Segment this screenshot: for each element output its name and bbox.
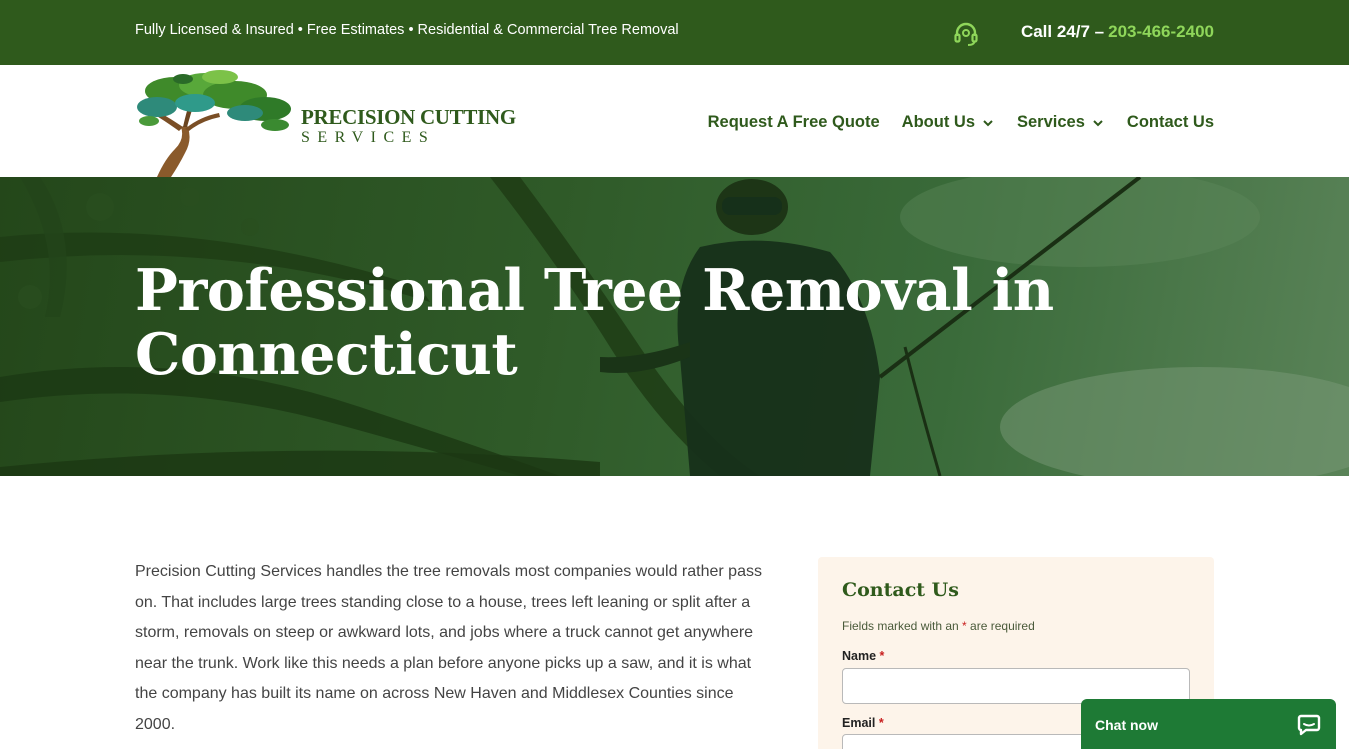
- top-info-bar: Fully Licensed & Insured • Free Estimate…: [0, 0, 1349, 65]
- logo-name: PRECISION CUTTING: [301, 105, 516, 129]
- chat-bubble-icon: [1297, 714, 1321, 736]
- required-star: *: [879, 649, 885, 663]
- site-logo[interactable]: PRECISION CUTTING SERVICES: [135, 69, 516, 177]
- nav-label: Request A Free Quote: [707, 113, 880, 131]
- call-phone-link[interactable]: Call 24/7 – 203-466-2400: [1021, 22, 1214, 42]
- required-note-text-end: are required: [966, 619, 1035, 633]
- call-label: Call 24/7 –: [1020, 22, 1105, 41]
- nav-label: Contact Us: [1126, 113, 1214, 131]
- name-field-label: Name *: [842, 649, 884, 663]
- required-fields-note: Fields marked with an * are required: [842, 619, 1035, 633]
- nav-label: About Us: [901, 113, 975, 131]
- nav-contact-us[interactable]: Contact Us: [1127, 113, 1214, 132]
- topbar-info-text: Fully Licensed & Insured • Free Estimate…: [135, 22, 679, 38]
- phone-number[interactable]: 203-466-2400: [1108, 22, 1214, 42]
- intro-paragraph: Precision Cutting Services handles the t…: [135, 563, 762, 733]
- email-field-label: Email *: [842, 716, 884, 730]
- required-star: *: [878, 716, 884, 730]
- logo-subtitle: SERVICES: [301, 129, 436, 146]
- chevron-down-icon: [1093, 119, 1103, 126]
- nav-about-us[interactable]: About Us: [902, 113, 995, 132]
- hero-title: Professional Tree Removal in Connecticut: [135, 257, 1054, 388]
- site-header: PRECISION CUTTING SERVICES Request A Fre…: [0, 65, 1349, 177]
- nav-services[interactable]: Services: [1017, 113, 1105, 132]
- main-nav: Request A Free Quote About Us Services C…: [708, 113, 1214, 132]
- tree-logo-icon: [137, 70, 291, 177]
- headset-icon: [954, 22, 978, 46]
- email-label-text: Email: [842, 716, 876, 730]
- chat-widget-button[interactable]: Chat now: [1081, 699, 1336, 749]
- chevron-down-icon: [983, 119, 993, 126]
- required-note-text: Fields marked with an: [842, 619, 963, 633]
- nav-request-quote[interactable]: Request A Free Quote: [708, 113, 880, 132]
- chat-label: Chat now: [1095, 717, 1158, 733]
- hero-banner: Professional Tree Removal in Connecticut: [0, 177, 1349, 476]
- contact-form-title: Contact Us: [842, 579, 959, 601]
- name-label-text: Name: [842, 649, 877, 663]
- nav-label: Services: [1017, 113, 1085, 131]
